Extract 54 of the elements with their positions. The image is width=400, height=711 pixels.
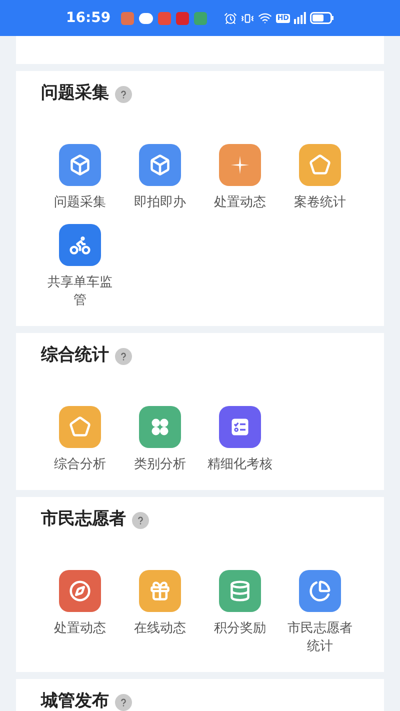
help-icon[interactable] xyxy=(115,348,132,364)
pentagon-icon xyxy=(309,154,331,176)
signal-icon xyxy=(294,12,306,24)
feature-label: 积分奖励 xyxy=(213,620,267,638)
feature-label: 市民志愿者统计 xyxy=(286,620,354,656)
notification-icon xyxy=(120,12,134,24)
feature-shortcut[interactable]: 即拍即办 xyxy=(120,144,200,212)
feature-shortcut[interactable]: 积分奖励 xyxy=(200,570,280,656)
alarm-icon xyxy=(224,12,238,24)
wifi-icon xyxy=(258,11,272,25)
help-icon[interactable] xyxy=(132,512,149,528)
help-icon[interactable] xyxy=(115,694,132,710)
feature-label: 综合分析 xyxy=(53,456,107,474)
pie-chart-icon xyxy=(309,580,331,602)
section-title: 问题采集 xyxy=(41,82,109,106)
clover-icon xyxy=(149,416,171,438)
feature-label: 处置动态 xyxy=(213,194,267,212)
battery-icon xyxy=(310,12,334,24)
feature-label: 精细化考核 xyxy=(206,456,274,474)
section-title: 市民志愿者 xyxy=(41,508,126,532)
feature-shortcut[interactable]: 处置动态 xyxy=(40,570,120,656)
gift-icon xyxy=(149,580,171,602)
feature-shortcut[interactable]: 综合分析 xyxy=(40,406,120,474)
feature-shortcut[interactable]: 类别分析 xyxy=(120,406,200,474)
notification-icon xyxy=(176,12,189,24)
help-icon[interactable] xyxy=(115,86,132,102)
section-title: 城管发布 xyxy=(41,690,109,711)
section-title: 综合统计 xyxy=(41,344,109,368)
feature-shortcut[interactable]: 案卷统计 xyxy=(280,144,360,212)
notification-icon xyxy=(194,12,207,24)
feature-label: 即拍即办 xyxy=(133,194,187,212)
feature-label: 案卷统计 xyxy=(293,194,347,212)
cube-icon xyxy=(149,154,171,176)
feature-shortcut[interactable]: 在线动态 xyxy=(120,570,200,656)
feature-shortcut[interactable]: 问题采集 xyxy=(40,144,120,212)
feature-shortcut[interactable]: 共享单车监管 xyxy=(40,224,120,310)
checklist-icon xyxy=(229,416,251,438)
feature-label: 处置动态 xyxy=(53,620,107,638)
bicycle-icon xyxy=(69,234,91,256)
feature-label: 问题采集 xyxy=(53,194,107,212)
coin-stack-icon xyxy=(229,580,251,602)
status-time: 16:59 xyxy=(66,8,111,28)
notification-icon xyxy=(158,12,171,24)
feature-label: 在线动态 xyxy=(133,620,187,638)
feature-label: 类别分析 xyxy=(133,456,187,474)
feature-shortcut[interactable]: 精细化考核 xyxy=(200,406,280,474)
pentagon-icon xyxy=(69,416,91,438)
notification-icon xyxy=(138,12,153,24)
compass-icon xyxy=(69,580,91,602)
feature-label: 共享单车监管 xyxy=(46,274,114,310)
feature-shortcut[interactable]: 处置动态 xyxy=(200,144,280,212)
feature-shortcut[interactable]: 市民志愿者统计 xyxy=(280,570,360,656)
cube-icon xyxy=(69,154,91,176)
vibrate-icon xyxy=(241,12,254,24)
